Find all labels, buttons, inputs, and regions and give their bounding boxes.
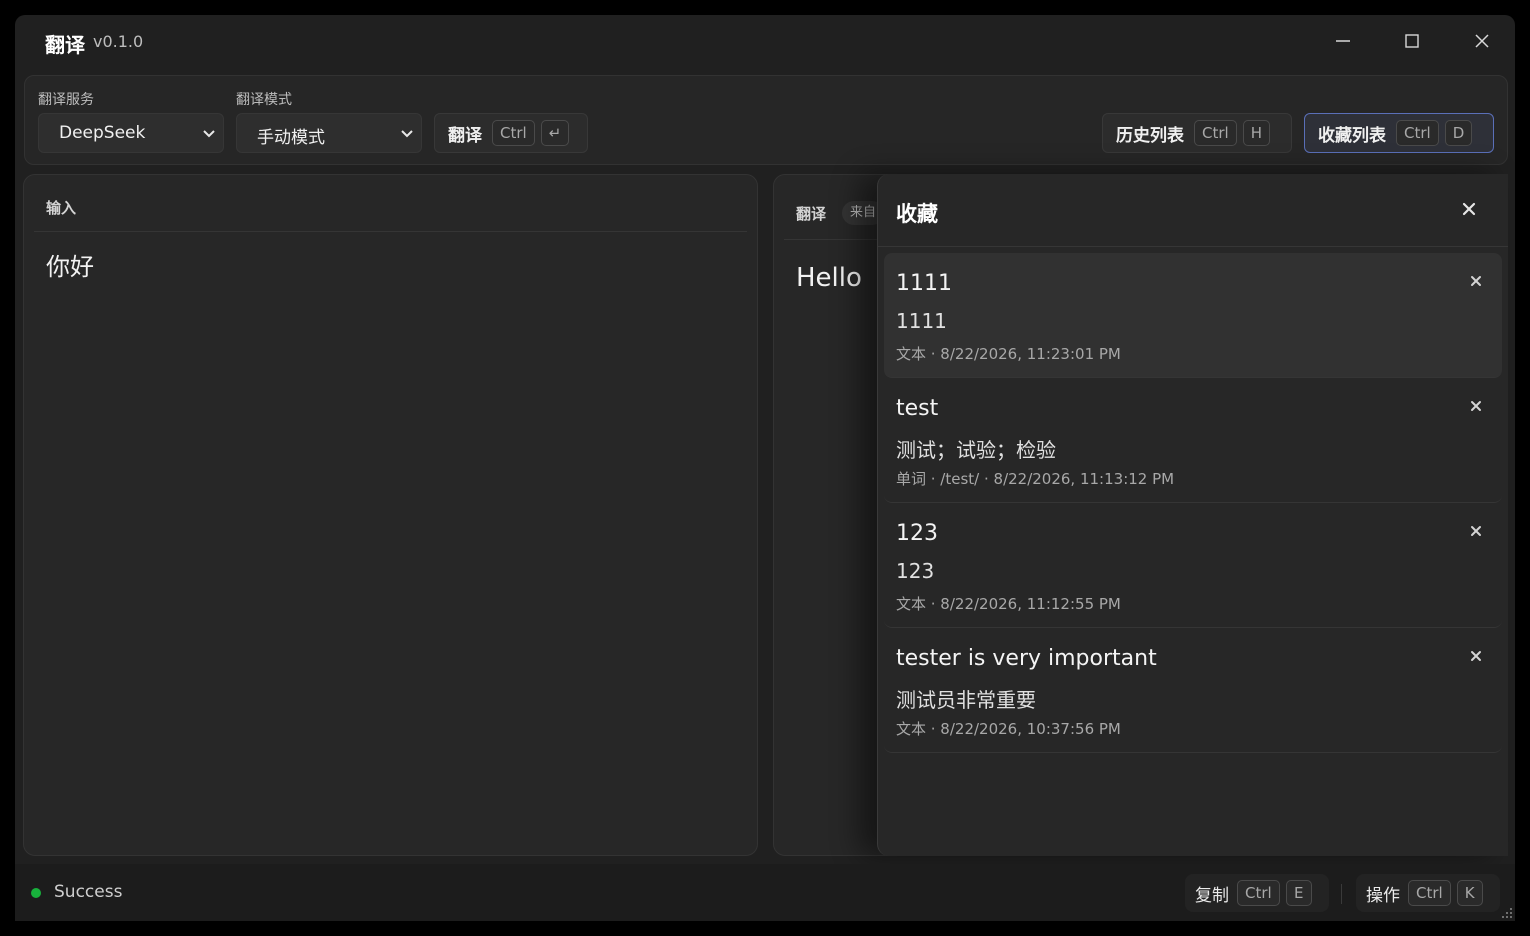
actions-button[interactable]: 操作 Ctrl K (1356, 874, 1500, 912)
favorite-source-text: test (896, 396, 939, 421)
shortcut-key: E (1285, 880, 1312, 906)
close-icon[interactable] (1458, 198, 1480, 220)
service-select[interactable]: DeepSeek (38, 113, 224, 153)
favorite-translation: 123 (896, 559, 935, 583)
list-item[interactable]: tester is very important 测试员非常重要 文本 · 8/… (884, 628, 1502, 753)
shortcut-key: Ctrl (1194, 120, 1237, 146)
enter-key-icon: ↵ (540, 120, 570, 146)
title-bar: 翻译 v0.1.0 (15, 15, 1515, 71)
maximize-button[interactable] (1392, 25, 1432, 57)
close-icon[interactable] (1468, 523, 1484, 539)
close-icon (1475, 34, 1489, 48)
chevron-down-icon (203, 130, 215, 138)
resize-grip-icon[interactable] (1499, 905, 1513, 919)
favorite-meta: 单词 · /test/ · 8/22/2026, 11:13:12 PM (896, 470, 1175, 488)
history-button-label: 历史列表 (1116, 125, 1184, 146)
shortcut-key: Ctrl (1237, 880, 1280, 906)
app-version: v0.1.0 (93, 32, 144, 51)
copy-button-label: 复制 (1195, 885, 1229, 906)
shortcut-key: Ctrl (1408, 880, 1451, 906)
divider (878, 246, 1508, 247)
service-label: 翻译服务 (38, 92, 94, 108)
status-bar: Success 复制 Ctrl E 操作 Ctrl K (15, 864, 1515, 921)
favorites-button-label: 收藏列表 (1318, 125, 1386, 146)
close-window-button[interactable] (1462, 25, 1502, 57)
favorites-list-button[interactable]: 收藏列表 Ctrl D (1304, 113, 1494, 153)
favorites-list: 1111 1111 文本 · 8/22/2026, 11:23:01 PM te… (884, 253, 1502, 753)
status-indicator (31, 888, 41, 898)
mode-value: 手动模式 (257, 128, 325, 148)
shortcut-key: D (1444, 120, 1473, 146)
close-icon[interactable] (1468, 648, 1484, 664)
app-title: 翻译 (45, 33, 85, 57)
favorite-translation: 1111 (896, 309, 947, 333)
input-panel-label: 输入 (46, 199, 77, 217)
maximize-icon (1405, 34, 1419, 48)
favorites-drawer: 收藏 1111 1111 文本 · 8/22/2026, 11:23:01 PM… (877, 174, 1508, 856)
shortcut-key: K (1456, 880, 1483, 906)
close-icon[interactable] (1468, 398, 1484, 414)
shortcut-key: Ctrl (492, 120, 535, 146)
list-item[interactable]: test 测试；试验；检验 单词 · /test/ · 8/22/2026, 1… (884, 378, 1502, 503)
copy-button[interactable]: 复制 Ctrl E (1185, 874, 1329, 912)
translate-button-label: 翻译 (448, 125, 482, 146)
favorite-meta: 文本 · 8/22/2026, 10:37:56 PM (896, 720, 1121, 738)
list-item[interactable]: 1111 1111 文本 · 8/22/2026, 11:23:01 PM (884, 253, 1502, 378)
shortcut-key: Ctrl (1396, 120, 1439, 146)
divider (34, 231, 747, 232)
list-item[interactable]: 123 123 文本 · 8/22/2026, 11:12:55 PM (884, 503, 1502, 628)
favorite-source-text: tester is very important (896, 646, 1157, 671)
minimize-button[interactable] (1323, 25, 1363, 57)
mode-select[interactable]: 手动模式 (236, 113, 422, 153)
drawer-title: 收藏 (896, 202, 938, 226)
shortcut-key: H (1242, 120, 1270, 146)
service-value: DeepSeek (59, 123, 146, 143)
favorite-meta: 文本 · 8/22/2026, 11:23:01 PM (896, 345, 1121, 363)
favorite-translation: 测试；试验；检验 (896, 438, 1056, 462)
divider (1341, 884, 1342, 904)
mode-label: 翻译模式 (236, 92, 292, 108)
output-panel-label: 翻译 (796, 205, 827, 223)
status-text: Success (54, 882, 123, 902)
translate-button[interactable]: 翻译 Ctrl ↵ (434, 113, 588, 153)
close-icon[interactable] (1468, 273, 1484, 289)
favorite-translation: 测试员非常重要 (896, 688, 1036, 712)
history-list-button[interactable]: 历史列表 Ctrl H (1102, 113, 1292, 153)
input-textarea[interactable]: 你好 (46, 247, 94, 282)
minimize-icon (1336, 40, 1350, 42)
input-panel: 输入 你好 (23, 174, 758, 856)
toolbar: 翻译服务 DeepSeek 翻译模式 手动模式 翻译 Ctrl ↵ 历史列表 C… (24, 75, 1508, 165)
favorite-meta: 文本 · 8/22/2026, 11:12:55 PM (896, 595, 1121, 613)
favorite-source-text: 123 (896, 521, 938, 546)
actions-button-label: 操作 (1366, 885, 1400, 906)
chevron-down-icon (401, 130, 413, 138)
output-text[interactable]: Hello (796, 263, 862, 293)
app-window: 翻译 v0.1.0 翻译服务 DeepSeek 翻译模式 手动模式 翻译 Ctr… (15, 15, 1515, 921)
favorite-source-text: 1111 (896, 271, 952, 296)
